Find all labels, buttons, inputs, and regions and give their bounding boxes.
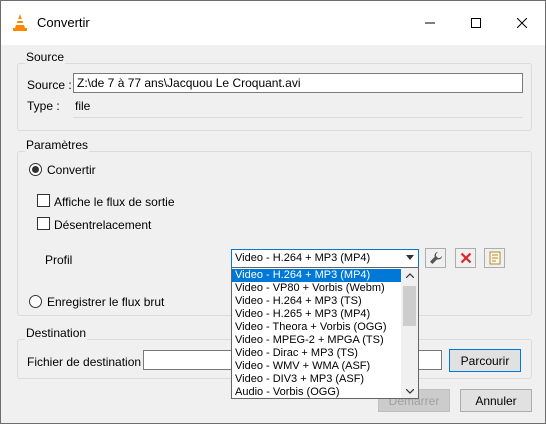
profile-dropdown-list[interactable]: Video - H.264 + MP3 (MP4) Video - VP80 +…: [231, 267, 419, 399]
source-label: Source :: [27, 78, 72, 92]
type-value: file: [75, 99, 91, 113]
maximize-icon: [471, 18, 481, 28]
profile-option[interactable]: Video - MPEG-2 + MPGA (TS): [232, 334, 402, 347]
edit-profile-button[interactable]: [425, 248, 446, 268]
show-output-checkbox[interactable]: [37, 194, 50, 207]
close-button[interactable]: [499, 1, 545, 45]
convert-radio[interactable]: [29, 163, 42, 176]
show-output-label: Affiche le flux de sortie: [54, 195, 175, 209]
close-icon: [517, 18, 527, 28]
profile-option[interactable]: Video - Theora + Vorbis (OGG): [232, 321, 402, 334]
delete-profile-button[interactable]: [455, 248, 476, 268]
destination-group-title: Destination: [25, 326, 88, 340]
vlc-cone-icon: [13, 14, 27, 31]
raw-dump-radio[interactable]: [29, 295, 42, 308]
browse-button[interactable]: Parcourir: [449, 349, 521, 372]
profile-label: Profil: [45, 253, 73, 267]
profile-option[interactable]: Video - Dirac + MP3 (TS): [232, 347, 402, 360]
new-profile-icon: [489, 251, 500, 265]
minimize-icon: [425, 22, 435, 24]
profile-option[interactable]: Video - VP80 + Vorbis (Webm): [232, 282, 402, 295]
source-path-field[interactable]: Z:\de 7 à 77 ans\Jacquou Le Croquant.avi: [73, 73, 523, 93]
profile-select[interactable]: Video - H.264 + MP3 (MP4): [231, 249, 419, 268]
type-label: Type :: [27, 99, 60, 113]
destination-file-label: Fichier de destination :: [27, 355, 148, 369]
settings-group-title: Paramètres: [25, 138, 90, 152]
red-x-icon: [460, 252, 471, 264]
scroll-down-button[interactable]: [401, 384, 418, 398]
profile-selected-value: Video - H.264 + MP3 (MP4): [235, 252, 371, 264]
new-profile-button[interactable]: [484, 248, 505, 268]
profile-option[interactable]: Audio - Vorbis (OGG): [232, 386, 402, 398]
dropdown-scrollbar[interactable]: [401, 268, 418, 398]
convert-dialog: Convertir Source Source : Z:\de 7 à 77 a…: [0, 0, 546, 424]
source-separator: [73, 117, 523, 118]
raw-dump-label: Enregistrer le flux brut: [47, 295, 165, 309]
scrollbar-thumb[interactable]: [403, 286, 416, 326]
deinterlace-checkbox[interactable]: [37, 217, 50, 230]
minimize-button[interactable]: [407, 1, 453, 45]
wrench-icon: [429, 252, 442, 264]
chevron-down-icon: [405, 388, 414, 394]
window-title: Convertir: [37, 15, 90, 30]
deinterlace-label: Désentrelacement: [54, 218, 152, 232]
chevron-up-icon: [405, 272, 414, 278]
chevron-down-icon: [406, 255, 414, 260]
scroll-up-button[interactable]: [401, 268, 418, 282]
profile-option[interactable]: Video - H.265 + MP3 (MP4): [232, 308, 402, 321]
maximize-button[interactable]: [453, 1, 499, 45]
profile-option[interactable]: Video - H.264 + MP3 (MP4): [232, 269, 402, 282]
profile-option[interactable]: Video - H.264 + MP3 (TS): [232, 295, 402, 308]
title-bar[interactable]: Convertir: [1, 1, 545, 45]
profile-option[interactable]: Video - WMV + WMA (ASF): [232, 360, 402, 373]
convert-label: Convertir: [47, 163, 96, 177]
cancel-button[interactable]: Annuler: [460, 389, 532, 412]
source-group-title: Source: [25, 50, 66, 64]
profile-option[interactable]: Video - DIV3 + MP3 (ASF): [232, 373, 402, 386]
